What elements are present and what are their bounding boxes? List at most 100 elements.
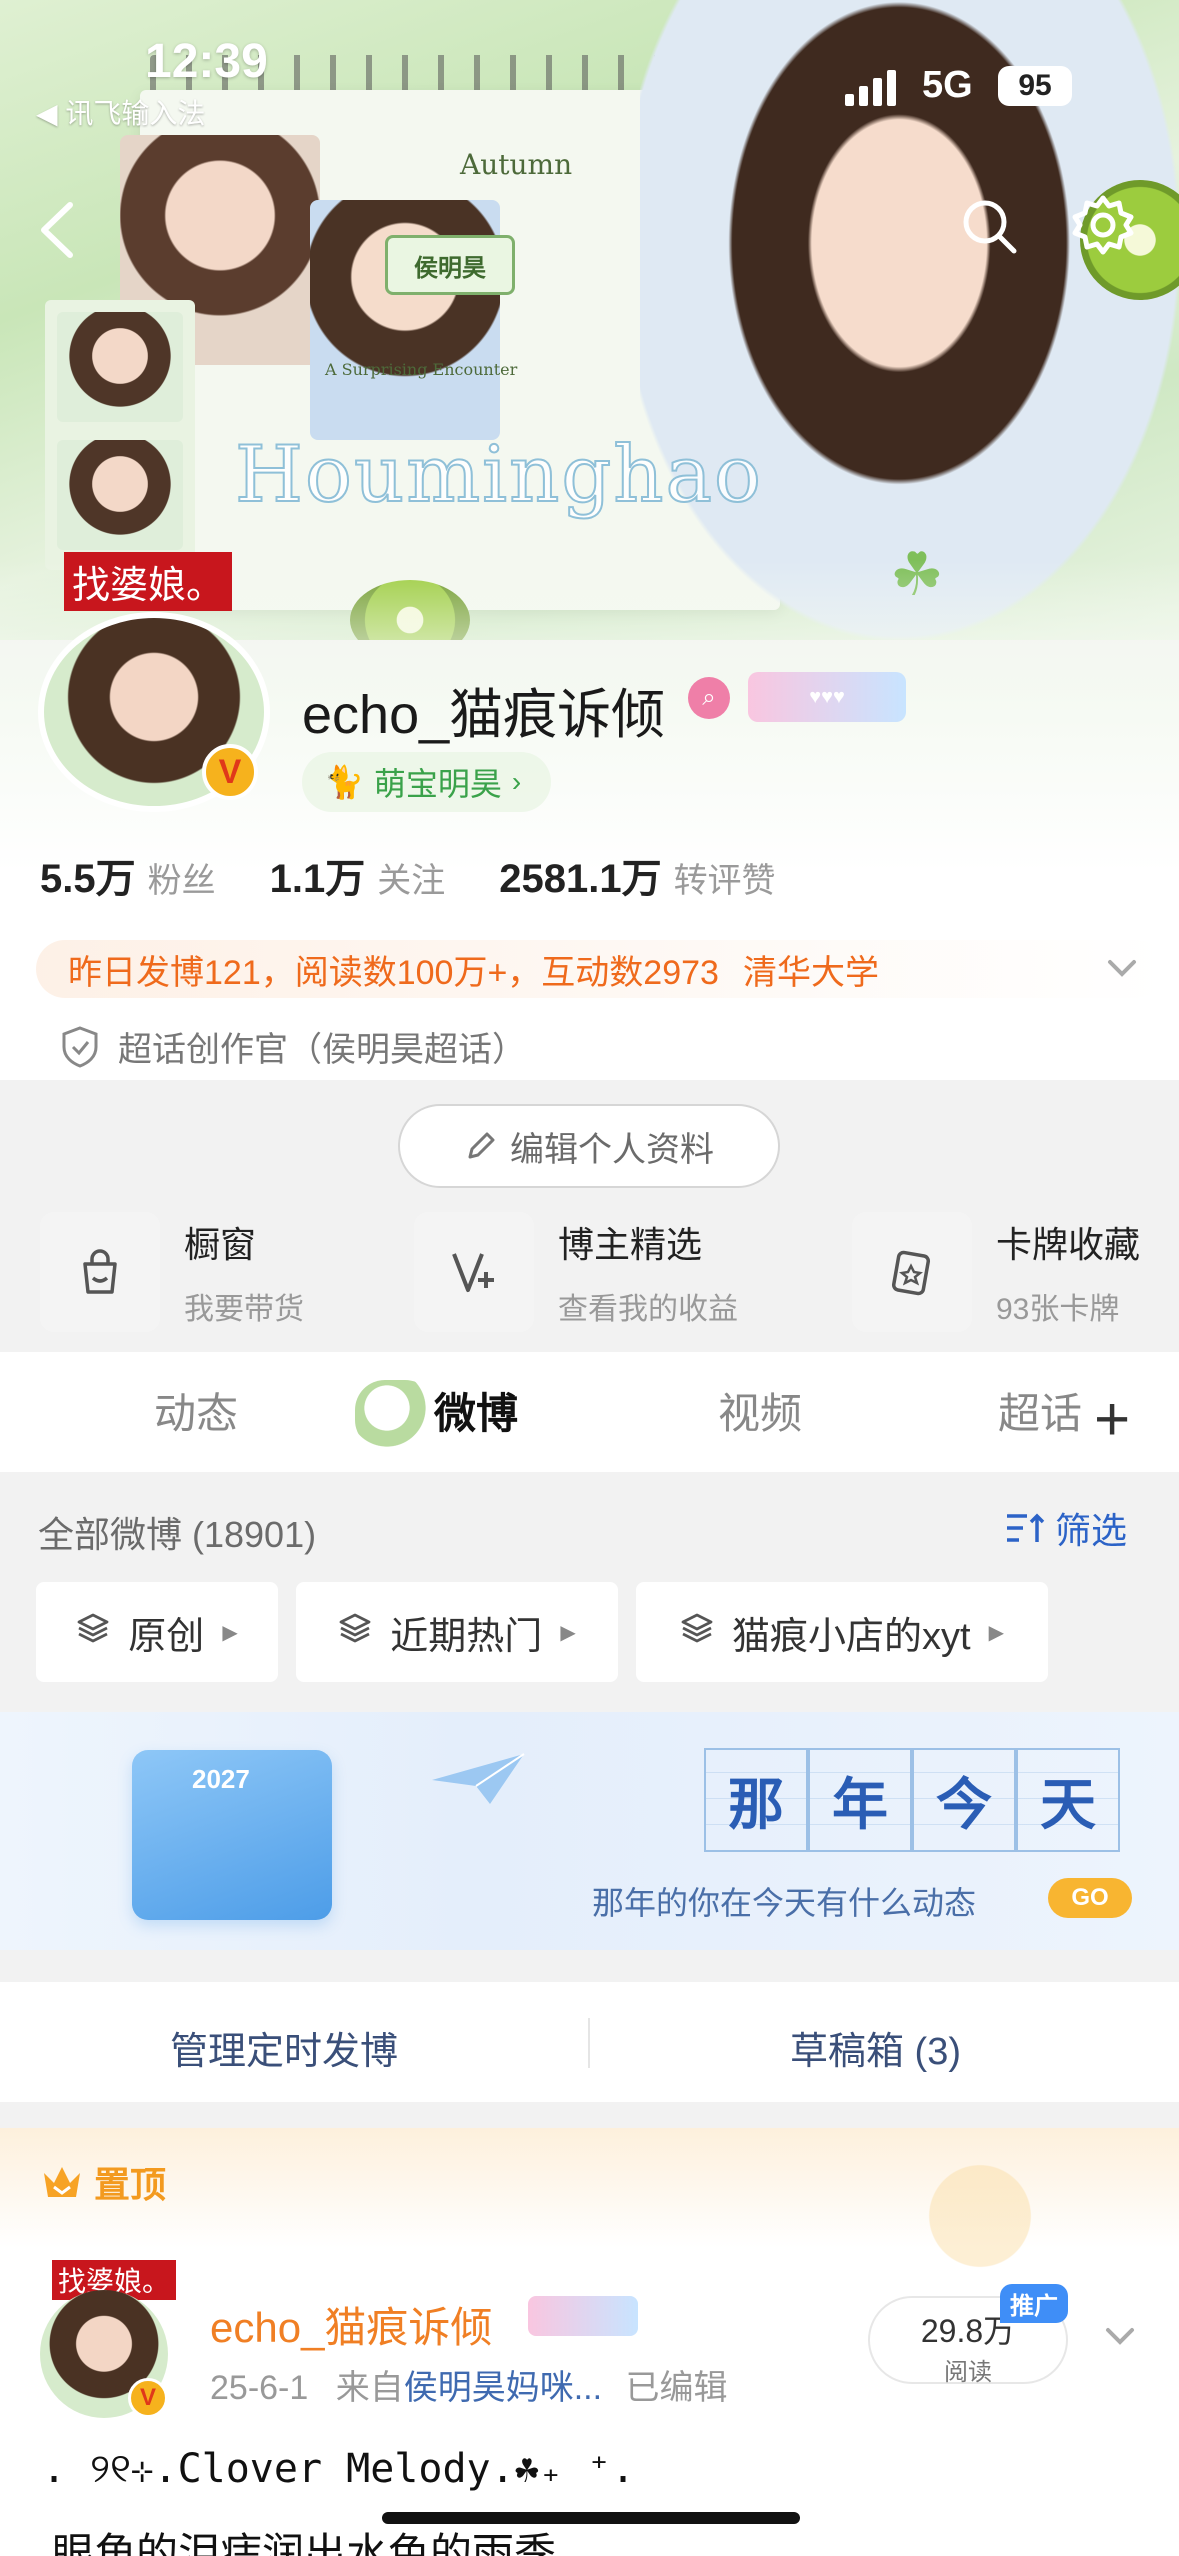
layers-icon — [76, 1611, 110, 1654]
chevron-down-icon[interactable] — [1100, 2322, 1140, 2352]
layers-icon — [680, 1611, 714, 1654]
likes-label[interactable]: 转评赞 — [674, 853, 776, 902]
card-icon — [852, 1212, 972, 1332]
post-text-line: 眼角的泪痣润出水色的雨季 — [52, 2530, 557, 2556]
pinned-text: 置顶 — [94, 2164, 167, 2205]
edit-profile-button[interactable]: 编辑个人资料 — [398, 1104, 780, 1188]
battery-indicator: 95 — [998, 66, 1072, 106]
that-day-subtitle: 那年的你在今天有什么动态 — [592, 1885, 977, 1921]
drafts-button[interactable]: 草稿箱 (3) — [790, 2020, 961, 2075]
caret-right-icon: ▶ — [988, 1621, 1004, 1644]
calendar-year: 2027 — [192, 1764, 250, 1794]
search-badge-icon[interactable]: ⌕ — [688, 677, 730, 719]
followers-label[interactable]: 粉丝 — [148, 853, 216, 902]
school-text: 清华大学 — [742, 953, 879, 992]
status-time: 12:39 — [145, 35, 268, 88]
tool-subtitle: 我要带货 — [184, 1293, 304, 1326]
tool-title: 橱窗 — [184, 1224, 257, 1265]
chip-label: 近期热门 — [390, 1615, 543, 1658]
pencil-icon — [468, 1132, 495, 1159]
network-type: 5G — [922, 64, 973, 106]
filter-icon — [1007, 1513, 1045, 1542]
filter-button[interactable]: 筛选 — [1005, 1502, 1127, 1554]
chip-shop[interactable]: 猫痕小店的xyt ▶ — [636, 1582, 1048, 1682]
tool-subtitle: 93张卡牌 — [996, 1293, 1120, 1326]
cellular-signal-icon — [845, 68, 903, 106]
reads-label: 阅读 — [944, 2359, 992, 2386]
tool-subtitle: 查看我的收益 — [558, 1293, 738, 1326]
photo-strip — [45, 300, 195, 570]
pinned-label: 置顶 — [40, 2156, 166, 2208]
back-to-app-link[interactable]: ◀ 讯飞输入法 — [36, 92, 205, 132]
promote-badge[interactable]: 推广 — [1000, 2284, 1068, 2323]
scheduled-posts-button[interactable]: 管理定时发博 — [170, 2020, 398, 2075]
verified-plus-icon — [414, 1212, 534, 1332]
post-avatar[interactable]: V — [40, 2290, 168, 2418]
add-tab-icon[interactable]: + — [1094, 1384, 1130, 1455]
cat-icon: 🐈 — [324, 764, 364, 800]
back-icon[interactable] — [30, 195, 90, 265]
paper-plane-icon — [432, 1753, 525, 1804]
likes-count[interactable]: 2581.1万 — [499, 846, 661, 904]
following-label[interactable]: 关注 — [377, 853, 445, 902]
post-source[interactable]: 侯明昊妈咪... — [404, 2369, 602, 2407]
tab-feed[interactable]: 动态 — [154, 1380, 238, 1441]
cover-wordmark: Houminghao — [234, 429, 763, 521]
post-edited: 已编辑 — [625, 2369, 728, 2407]
tool-showcase[interactable]: 橱窗 我要带货 — [40, 1210, 304, 1334]
post-date: 25-6-1 — [210, 2369, 309, 2407]
tool-card-collection[interactable]: 卡牌收藏 93张卡牌 — [852, 1210, 1140, 1334]
cover-name-tag: 侯明昊 — [385, 235, 515, 295]
search-icon[interactable] — [958, 195, 1020, 257]
profile-stats: 5.5万 粉丝 1.1万 关注 2581.1万 转评赞 — [40, 846, 830, 904]
tab-video[interactable]: 视频 — [718, 1380, 802, 1441]
verified-icon: V — [202, 744, 258, 800]
divider — [588, 2018, 590, 2068]
pinned-post[interactable]: 置顶 找婆娘。 V echo_猫痕诉倾 25-6-1 来自侯明昊妈咪... 已编… — [0, 2128, 1179, 2556]
cover-autumn-text: Autumn — [460, 148, 573, 181]
crown-icon — [44, 2167, 80, 2197]
avatar[interactable]: V — [38, 612, 270, 812]
tool-title: 博主精选 — [558, 1224, 703, 1265]
post-username[interactable]: echo_猫痕诉倾 — [210, 2294, 492, 2355]
layers-icon — [338, 1611, 372, 1654]
post-from: 来自 — [335, 2369, 404, 2407]
member-badge-icon[interactable]: ♥♥♥ — [748, 672, 906, 722]
gear-icon[interactable] — [1070, 192, 1136, 258]
caret-right-icon: ▶ — [560, 1621, 576, 1644]
post-meta: 25-6-1 来自侯明昊妈咪... 已编辑 — [210, 2360, 728, 2409]
tab-weibo[interactable]: 微博 — [434, 1380, 518, 1441]
tab-sticker-decoration — [355, 1380, 435, 1450]
chip-recent-hot[interactable]: 近期热门 ▶ — [296, 1582, 618, 1682]
all-posts-count: 全部微博 (18901) — [38, 1514, 317, 1555]
supertopic-creator[interactable]: 超话创作官（侯明昊超话） — [60, 1022, 526, 1071]
avatar-tag: 找婆娘。 — [64, 552, 233, 611]
home-indicator — [382, 2512, 800, 2524]
verified-icon: V — [128, 2378, 168, 2418]
post-text-line: . ୨୧⊹.Clover Melody.☘︎₊ ⁺. — [42, 2446, 636, 2492]
tool-blogger-picks[interactable]: 博主精选 查看我的收益 — [414, 1210, 738, 1334]
title-char: 今 — [912, 1748, 1016, 1852]
activity-summary[interactable]: 昨日发博121，阅读数100万+，互动数2973 清华大学 — [36, 940, 1166, 998]
fan-group-label: 萌宝明昊 — [373, 766, 502, 802]
go-button[interactable]: GO — [1048, 1878, 1132, 1918]
member-badge-icon — [528, 2296, 638, 2336]
filter-label: 筛选 — [1055, 1510, 1128, 1551]
edit-profile-label: 编辑个人资料 — [510, 1130, 714, 1169]
chip-original[interactable]: 原创 ▶ — [36, 1582, 278, 1682]
chip-label: 猫痕小店的xyt — [732, 1615, 971, 1658]
activity-summary-text: 昨日发博121，阅读数100万+，互动数2973 — [68, 953, 719, 992]
tab-supertopic[interactable]: 超话 — [998, 1380, 1082, 1441]
followers-count[interactable]: 5.5万 — [40, 846, 136, 904]
fan-group-tag[interactable]: 🐈 萌宝明昊 › — [302, 752, 552, 812]
tool-title: 卡牌收藏 — [996, 1224, 1141, 1265]
chevron-down-icon[interactable] — [1100, 948, 1144, 988]
calendar-icon: 2027 — [132, 1750, 332, 1920]
that-day-banner[interactable]: 2027 那 年 今 天 那年的你在今天有什么动态 GO — [0, 1712, 1179, 1950]
title-char: 天 — [1016, 1748, 1120, 1852]
that-day-title: 那 年 今 天 — [704, 1748, 1120, 1852]
creator-label: 超话创作官（侯明昊超话） — [118, 1031, 526, 1069]
manage-row: 管理定时发博 草稿箱 (3) — [0, 1982, 1179, 2102]
following-count[interactable]: 1.1万 — [270, 846, 366, 904]
crown-decoration — [900, 2138, 1060, 2268]
